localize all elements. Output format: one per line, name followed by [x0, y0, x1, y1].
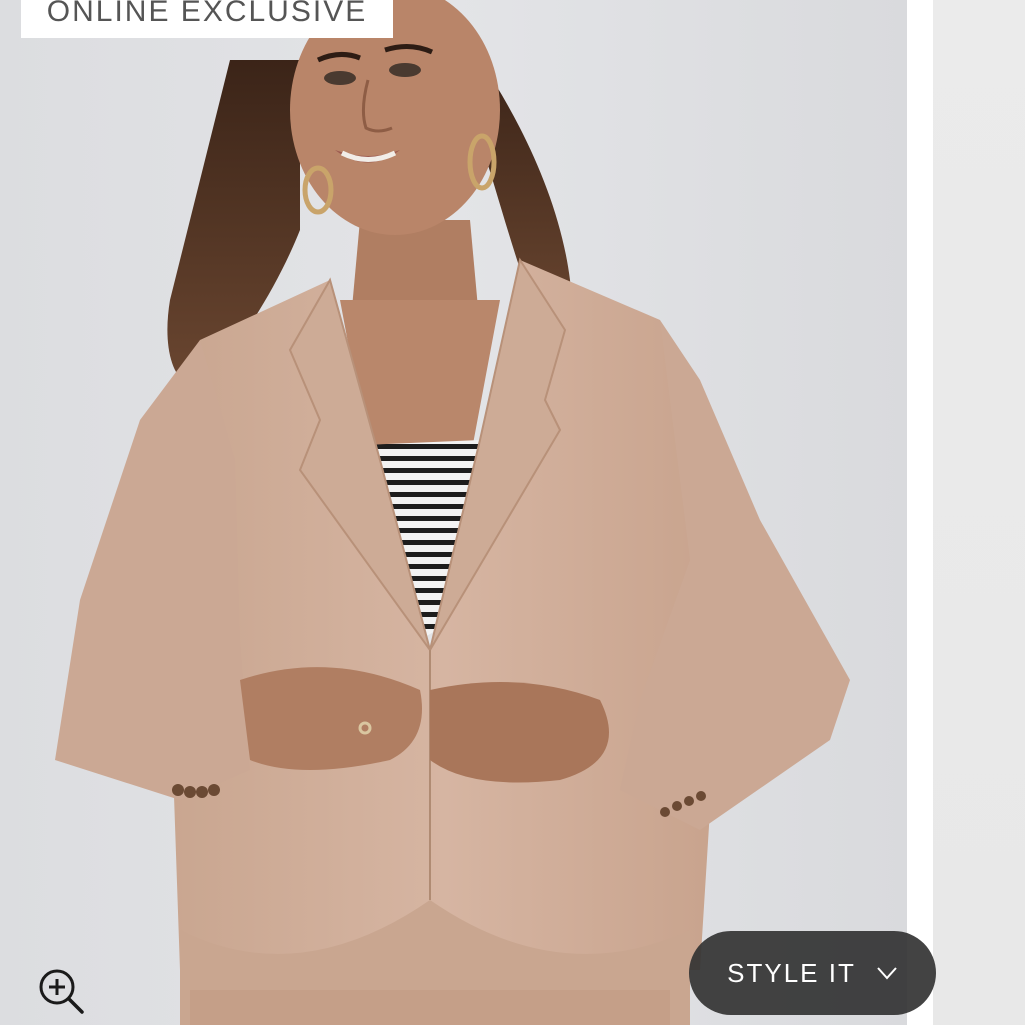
next-image-peek[interactable]: [933, 0, 1025, 1025]
product-gallery: ONLINE EXCLUSIVE STYLE IT: [0, 0, 1025, 1025]
badge-text: ONLINE EXCLUSIVE: [46, 0, 368, 28]
style-it-button[interactable]: STYLE IT: [689, 931, 936, 1015]
product-image[interactable]: ONLINE EXCLUSIVE: [0, 0, 907, 1025]
zoom-button[interactable]: [36, 966, 86, 1016]
zoom-in-icon: [39, 969, 84, 1014]
product-photo: [0, 0, 907, 1025]
gallery-gutter: [907, 0, 933, 1025]
style-it-label: STYLE IT: [727, 957, 856, 988]
online-exclusive-badge: ONLINE EXCLUSIVE: [21, 0, 393, 38]
chevron-down-icon: [876, 966, 898, 980]
